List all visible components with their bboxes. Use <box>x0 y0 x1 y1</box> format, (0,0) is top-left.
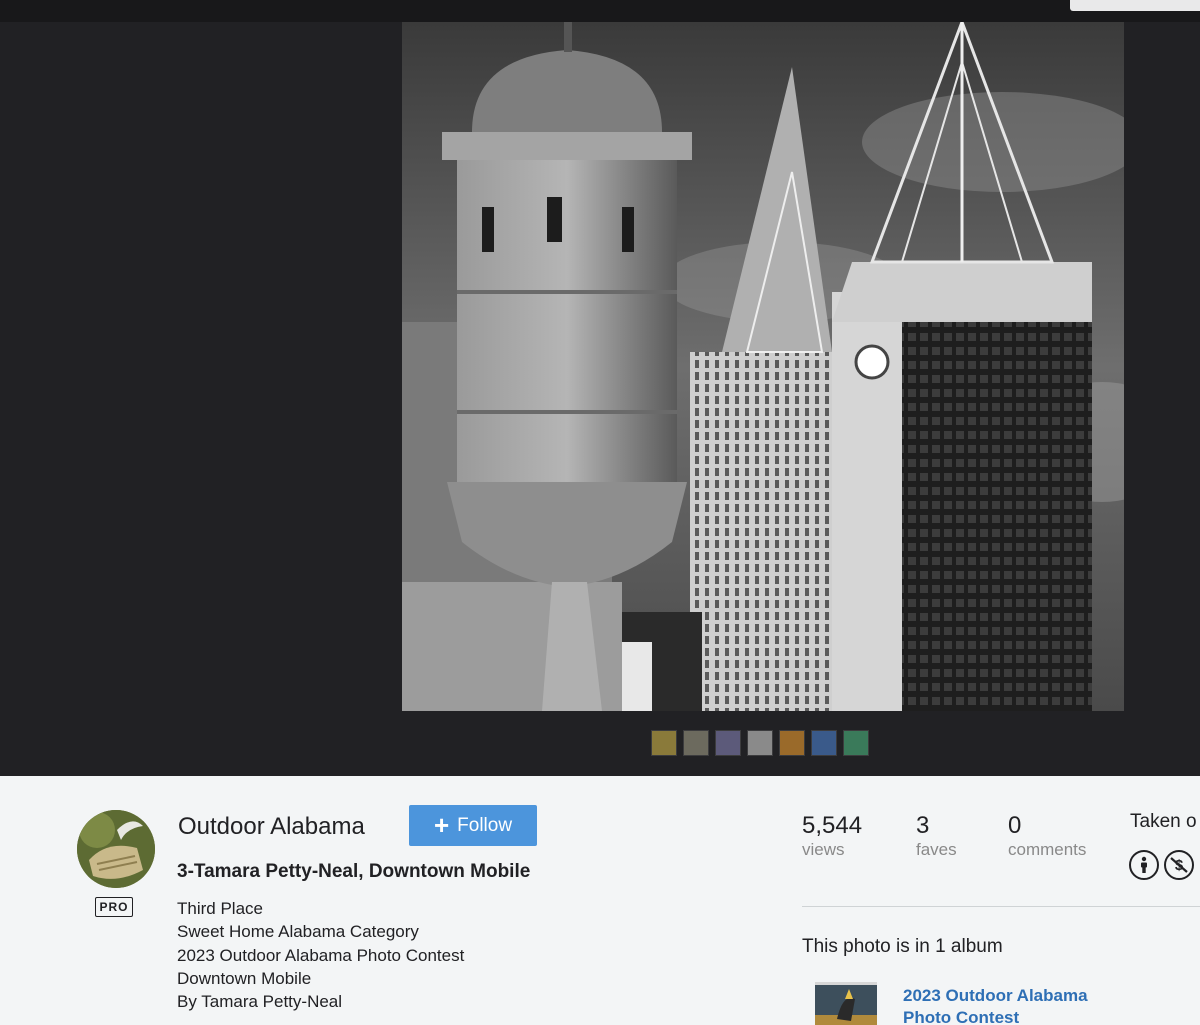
filmstrip-thumb[interactable] <box>651 730 677 756</box>
main-photo[interactable] <box>402 22 1124 711</box>
section-divider <box>802 906 1200 907</box>
views-label: views <box>802 840 845 859</box>
filmstrip-thumb[interactable] <box>811 730 837 756</box>
owner-name[interactable]: Outdoor Alabama <box>178 813 365 841</box>
plus-icon: + <box>433 809 450 840</box>
filmstrip-thumb[interactable] <box>683 730 709 756</box>
attribution-glyph <box>1141 856 1147 873</box>
album-thumb-image <box>815 985 877 1025</box>
description-line: Third Place <box>177 899 263 918</box>
photo-illustration <box>402 22 1124 711</box>
comments-label: comments <box>1008 840 1087 859</box>
album-thumbnail[interactable] <box>815 982 877 1025</box>
photo-info-panel: PRO Outdoor Alabama + Follow 3-Tamara Pe… <box>0 776 1200 1025</box>
description-line: Downtown Mobile <box>177 968 312 988</box>
album-link[interactable]: 2023 Outdoor Alabama Photo Contest <box>903 985 1123 1025</box>
filmstrip-thumb-current[interactable] <box>747 730 773 756</box>
faves-label: faves <box>916 840 957 859</box>
avatar-image <box>77 810 155 888</box>
filmstrip-thumb[interactable] <box>843 730 869 756</box>
comments-count: 0 <box>1008 812 1022 839</box>
pro-badge: PRO <box>95 897 133 917</box>
description-line: Sweet Home Alabama Category <box>177 922 419 942</box>
views-stat: 5,544 views <box>802 812 862 860</box>
description-line: By Tamara Petty-Neal <box>177 992 343 1012</box>
description-line: 2023 Outdoor Alabama Photo Contest <box>177 945 465 965</box>
filmstrip-thumb[interactable] <box>779 730 805 756</box>
albums-heading: This photo is in 1 album <box>802 936 1003 957</box>
follow-button[interactable]: + Follow <box>409 805 537 846</box>
faves-stat[interactable]: 3 faves <box>916 812 957 860</box>
comments-stat[interactable]: 0 comments <box>1008 812 1086 860</box>
faves-count: 3 <box>916 812 930 839</box>
views-count: 5,544 <box>802 812 863 839</box>
filmstrip-thumb[interactable] <box>715 730 741 756</box>
noncommercial-icon[interactable]: $ <box>1164 850 1194 880</box>
owner-avatar[interactable] <box>77 810 155 888</box>
top-bar-widget[interactable] <box>1070 0 1200 11</box>
photo-title: 3-Tamara Petty-Neal, Downtown Mobile <box>177 861 531 882</box>
top-bar <box>0 0 1200 22</box>
photo-stage <box>0 22 1200 776</box>
photo-description: Third Place Sweet Home Alabama Category … <box>177 897 464 1013</box>
license-icons[interactable]: $ <box>1129 850 1194 880</box>
noncommercial-glyph: $ <box>1170 857 1188 874</box>
attribution-icon[interactable] <box>1129 850 1159 880</box>
follow-label: Follow <box>457 814 513 836</box>
filmstrip <box>651 730 869 756</box>
taken-on-label: Taken o <box>1130 811 1197 832</box>
